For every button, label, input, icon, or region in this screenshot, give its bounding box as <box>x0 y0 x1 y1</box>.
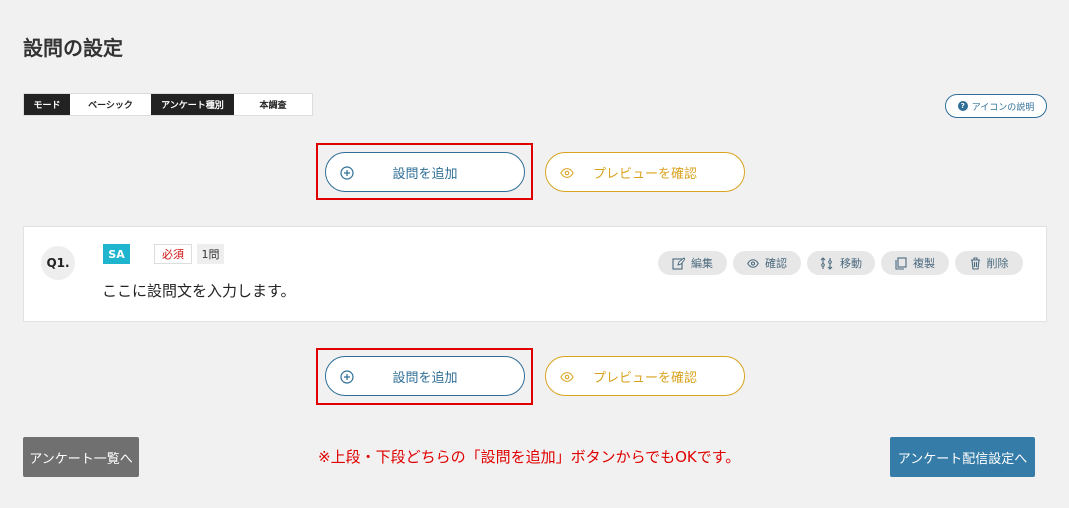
view-button[interactable]: 確認 <box>733 251 801 275</box>
move-button[interactable]: 移動 <box>807 251 875 275</box>
back-to-list-button[interactable]: アンケート一覧へ <box>23 437 139 477</box>
move-label: 移動 <box>840 257 862 270</box>
action-row-top: 設問を追加 プレビューを確認 <box>0 143 1069 200</box>
duplicate-button[interactable]: 複製 <box>881 251 949 275</box>
edit-button[interactable]: 編集 <box>658 251 727 275</box>
eye-icon <box>747 258 759 268</box>
plus-circle-icon <box>340 166 354 180</box>
preview-button[interactable]: プレビューを確認 <box>545 152 745 192</box>
question-card: Q1. SA 必須 1問 ここに設問文を入力します。 編集 確認 移動 複製 削… <box>23 226 1047 322</box>
edit-icon <box>672 256 685 270</box>
question-number: Q1. <box>41 246 75 280</box>
instruction-note: ※上段・下段どちらの「設問を追加」ボタンからでもOKです。 <box>318 448 741 466</box>
add-question-label: 設問を追加 <box>392 166 458 182</box>
action-row-bottom: 設問を追加 プレビューを確認 <box>0 348 1069 405</box>
add-question-button[interactable]: 設問を追加 <box>325 356 525 396</box>
copy-icon <box>895 256 907 270</box>
question-text: ここに設問文を入力します。 <box>102 282 296 300</box>
eye-icon <box>560 166 574 180</box>
question-count-badge: 1問 <box>197 244 224 264</box>
survey-type-label: アンケート種別 <box>151 94 234 115</box>
duplicate-label: 複製 <box>913 257 935 270</box>
page: 設問の設定 モード ベーシック アンケート種別 本調査 ? アイコンの説明 設問… <box>0 0 1069 508</box>
question-circle-icon: ? <box>957 101 968 111</box>
edit-label: 編集 <box>691 257 713 270</box>
mode-value: ベーシック <box>70 94 151 115</box>
add-question-label: 設問を追加 <box>392 370 458 386</box>
icon-help-label: アイコンの説明 <box>971 102 1035 113</box>
delivery-settings-button[interactable]: アンケート配信設定へ <box>890 437 1035 477</box>
delete-label: 削除 <box>986 257 1009 270</box>
survey-type-value: 本調査 <box>234 94 312 115</box>
page-title: 設問の設定 <box>23 36 123 60</box>
icon-help-button[interactable]: ? アイコンの説明 <box>945 94 1047 118</box>
view-label: 確認 <box>765 257 787 270</box>
preview-label: プレビューを確認 <box>592 166 697 182</box>
delete-button[interactable]: 削除 <box>955 251 1023 275</box>
required-badge: 必須 <box>154 244 192 264</box>
preview-label: プレビューを確認 <box>592 370 697 386</box>
eye-icon <box>560 370 574 384</box>
plus-circle-icon <box>340 370 354 384</box>
mode-table: モード ベーシック アンケート種別 本調査 <box>23 93 313 116</box>
trash-icon <box>970 256 981 270</box>
question-type-badge: SA <box>103 244 130 264</box>
preview-button[interactable]: プレビューを確認 <box>545 356 745 396</box>
mode-label: モード <box>24 94 70 115</box>
move-icon <box>820 256 834 270</box>
add-question-button[interactable]: 設問を追加 <box>325 152 525 192</box>
